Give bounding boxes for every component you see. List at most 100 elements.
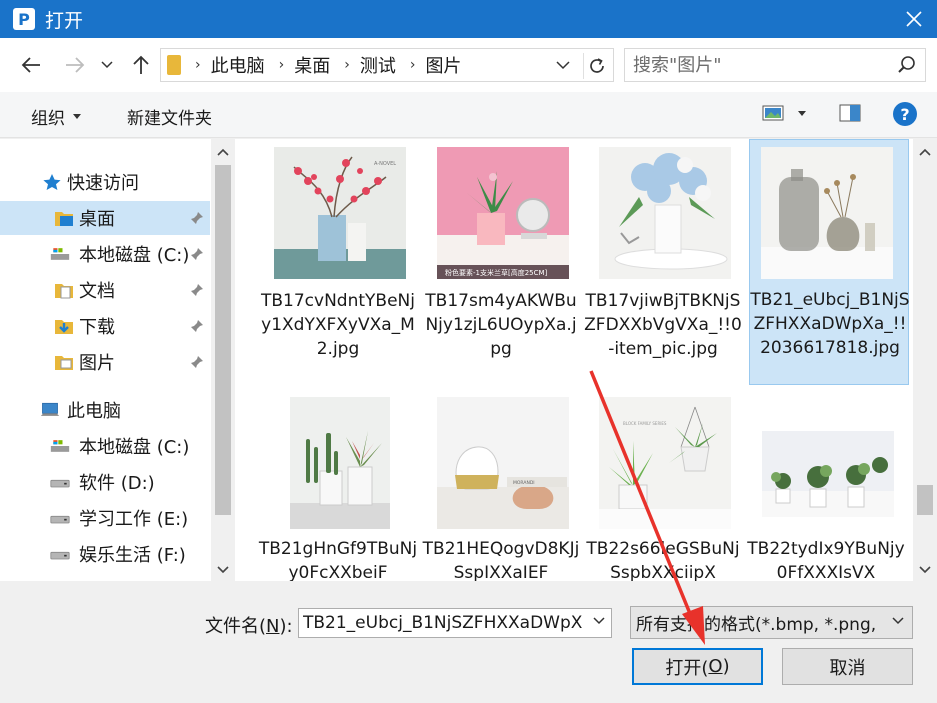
nav-downloads[interactable]: 下载 <box>0 309 210 343</box>
file-tile[interactable]: 粉色要素-1支米兰草[高度25CM] TB17sm4yAKWBuNjy1zjL6… <box>421 141 581 381</box>
arrow-left-icon <box>21 57 40 73</box>
file-tile[interactable]: TB17vjiwBjTBKNjSZFDXXbVgVXa_!!0-item_pic… <box>583 141 743 381</box>
file-tile[interactable]: TB21gHnGf9TBuNjy0FcXXbeiF <box>258 391 418 581</box>
pin-icon <box>191 320 203 332</box>
nav-drive-c[interactable]: 本地磁盘 (C:) <box>0 429 210 463</box>
nav-desktop[interactable]: 桌面 <box>0 201 210 235</box>
recent-locations-button[interactable] <box>96 50 118 80</box>
breadcrumb-pictures[interactable]: 图片 <box>425 52 461 78</box>
nav-drive-d[interactable]: 软件 (D:) <box>0 465 210 499</box>
dialog-footer: 文件名(N): 所有支持的格式(*.bmp, *.png, 打开(O) 取消 <box>0 581 937 703</box>
caret-down-icon <box>73 114 81 119</box>
breadcrumb-desktop[interactable]: 桌面 <box>294 52 330 78</box>
search-input[interactable] <box>633 53 883 77</box>
nav-label: 软件 (D:) <box>79 473 155 494</box>
breadcrumb-separator: › <box>344 57 350 73</box>
scroll-up-icon[interactable] <box>217 147 229 159</box>
file-thumbnail <box>762 431 894 517</box>
organize-button[interactable]: 组织 <box>31 104 81 129</box>
nav-label: 本地磁盘 (C:) <box>79 245 190 266</box>
file-tile[interactable]: TB22tydIx9YBuNjy0FfXXXIsVX <box>746 391 906 581</box>
file-tile-selected[interactable]: TB21_eUbcj_B1NjSZFHXXaDWpXa_!!2036617818… <box>749 139 910 385</box>
star-icon <box>43 174 61 190</box>
help-button[interactable]: ? <box>893 102 917 126</box>
nav-quick-access[interactable]: 快速访问 <box>0 165 210 199</box>
scrollbar-thumb[interactable] <box>917 485 933 515</box>
file-list: A-NOVEL TB17cvNdntYBeNjy1XdYXFXyVXa_M2.j… <box>237 139 937 581</box>
new-folder-button[interactable]: 新建文件夹 <box>127 104 212 129</box>
navigation-tree: 快速访问 桌面 本地磁盘 (C:) 文档 下载 图片 此电脑 本地磁盘 (C:)… <box>0 139 210 581</box>
preview-pane-icon <box>839 104 861 122</box>
file-name: TB21_eUbcj_B1NjSZFHXXaDWpXa_!!2036617818… <box>750 290 910 358</box>
file-name: TB17sm4yAKWBuNjy1zjL6UOypXa.jpg <box>425 291 577 359</box>
refresh-icon <box>589 58 604 73</box>
nav-pictures[interactable]: 图片 <box>0 345 210 379</box>
preview-pane-button[interactable] <box>839 104 861 126</box>
filename-label: 文件名(N): <box>205 616 293 637</box>
file-type-select[interactable]: 所有支持的格式(*.bmp, *.png, <box>630 606 913 639</box>
dialog-title: 打开 <box>45 9 84 32</box>
file-thumbnail <box>599 147 731 279</box>
cancel-button[interactable]: 取消 <box>782 648 913 685</box>
app-icon: P <box>13 8 35 30</box>
nav-label: 快速访问 <box>67 173 139 194</box>
command-bar: 组织 新建文件夹 ? <box>0 92 937 138</box>
chevron-down-icon <box>101 61 113 69</box>
nav-label: 此电脑 <box>67 401 121 422</box>
thumbnail-caption: A-NOVEL <box>374 161 396 167</box>
open-file-dialog: P 打开 › 此电脑 › 桌面 › 测试 › 图片 搜索"图片" 组织 新建文件… <box>0 0 937 703</box>
desktop-folder-icon <box>55 212 73 226</box>
pin-icon <box>191 248 203 260</box>
change-view-button[interactable] <box>762 104 806 122</box>
breadcrumb-separator: › <box>195 57 201 73</box>
file-tile[interactable]: MORANDI TB21HEQogvD8KJjSspIXXaIEF <box>421 391 581 581</box>
address-dropdown-button[interactable] <box>553 55 573 75</box>
nav-local-disk-c-quick[interactable]: 本地磁盘 (C:) <box>0 237 210 271</box>
file-list-scrollbar[interactable] <box>913 139 937 581</box>
file-type-value: 所有支持的格式(*.bmp, *.png, <box>636 615 877 635</box>
navigation-bar: › 此电脑 › 桌面 › 测试 › 图片 <box>0 38 937 92</box>
file-tile[interactable]: A-NOVEL TB17cvNdntYBeNjy1XdYXFXyVXa_M2.j… <box>258 141 418 381</box>
breadcrumb-test[interactable]: 测试 <box>360 52 396 78</box>
nav-label: 本地磁盘 (C:) <box>79 437 190 458</box>
scroll-down-icon[interactable] <box>919 563 931 575</box>
file-name: TB22tydIx9YBuNjy0FfXXXIsVX <box>747 539 905 581</box>
address-bar[interactable]: › 此电脑 › 桌面 › 测试 › 图片 <box>160 48 614 82</box>
breadcrumb-this-pc[interactable]: 此电脑 <box>211 52 265 78</box>
nav-label: 图片 <box>79 353 115 374</box>
nav-label: 下载 <box>79 317 115 338</box>
scroll-up-icon[interactable] <box>919 147 931 159</box>
nav-label: 娱乐生活 (F:) <box>79 545 186 566</box>
open-button[interactable]: 打开(O) <box>632 648 763 685</box>
nav-label: 桌面 <box>79 209 115 230</box>
title-bar: P 打开 <box>0 0 937 38</box>
close-icon <box>906 11 922 27</box>
scroll-down-icon[interactable] <box>217 563 229 575</box>
nav-label: 文档 <box>79 281 115 302</box>
filename-combobox[interactable] <box>298 608 612 638</box>
file-thumbnail: 粉色要素-1支米兰草[高度25CM] <box>437 147 569 279</box>
nav-this-pc[interactable]: 此电脑 <box>0 393 210 427</box>
forward-button[interactable] <box>60 50 90 80</box>
pin-icon <box>191 284 203 296</box>
chevron-down-icon <box>556 60 570 69</box>
close-button[interactable] <box>891 0 937 38</box>
file-thumbnail <box>761 147 893 279</box>
chevron-down-icon[interactable] <box>593 617 605 625</box>
nav-drive-e[interactable]: 学习工作 (E:) <box>0 501 210 535</box>
navigation-scrollbar[interactable] <box>211 139 235 581</box>
breadcrumb-separator: › <box>409 57 416 73</box>
scrollbar-thumb[interactable] <box>215 165 231 515</box>
search-box[interactable] <box>624 48 926 82</box>
nav-documents[interactable]: 文档 <box>0 273 210 307</box>
nav-drive-f[interactable]: 娱乐生活 (F:) <box>0 537 210 571</box>
caret-down-icon <box>798 110 806 116</box>
file-thumbnail: A-NOVEL <box>274 147 406 279</box>
file-name: TB22s66leGSBuNjSspbXXciipX <box>586 539 740 581</box>
filename-input[interactable] <box>303 612 583 634</box>
refresh-button[interactable] <box>583 53 609 79</box>
navigation-pane: 快速访问 桌面 本地磁盘 (C:) 文档 下载 图片 此电脑 本地磁盘 (C:)… <box>0 139 237 581</box>
up-button[interactable] <box>126 50 156 80</box>
back-button[interactable] <box>16 50 46 80</box>
file-tile[interactable]: BLOCK FAMILY SERIES TB22s66leGSBuNjSspbX… <box>583 391 743 581</box>
